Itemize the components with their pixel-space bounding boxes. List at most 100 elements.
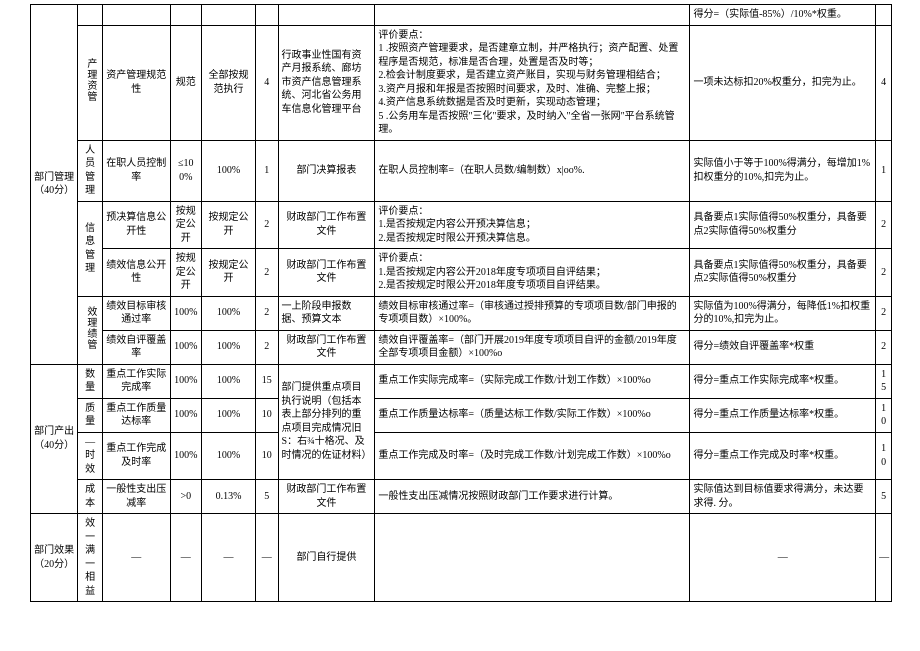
- row9-name: 重点工作完成及时率: [103, 432, 171, 480]
- row6-std: 100%: [170, 330, 202, 364]
- row2-name: 在职人员控制率: [103, 140, 171, 201]
- group-cost: 成本: [78, 480, 103, 514]
- group-info: 信息管理: [78, 201, 103, 296]
- row9-score: 10: [876, 432, 892, 480]
- row5-score: 2: [876, 296, 892, 330]
- row2-val: 100%: [202, 140, 256, 201]
- row8-std: 100%: [170, 398, 202, 432]
- row4-score: 2: [876, 249, 892, 297]
- row6-rule: 得分=绩效自评覆盖率*权重: [690, 330, 876, 364]
- row9-w: 10: [256, 432, 279, 480]
- row6-w: 2: [256, 330, 279, 364]
- group-quantity: 数量: [78, 364, 103, 398]
- row7-val: 100%: [202, 364, 256, 398]
- row5-name: 绩效目标审核通过率: [103, 296, 171, 330]
- row-quantity: 部门产出（40分） 数量 重点工作实际完成率 100% 100% 15 部门提供…: [31, 364, 892, 398]
- row3-rule: 具备要点1实际值得50%权重分，具备要点2实际值得50%权重分: [690, 201, 876, 249]
- row3-val: 按规定公开: [202, 201, 256, 249]
- row5-w: 2: [256, 296, 279, 330]
- row11-w: —: [256, 514, 279, 602]
- row11-score: —: [876, 514, 892, 602]
- row1-rule: 一项未达标扣20%权重分，扣完为止。: [690, 25, 876, 140]
- row6-val: 100%: [202, 330, 256, 364]
- row10-std: >0: [170, 480, 202, 514]
- row10-score: 5: [876, 480, 892, 514]
- row2-basis: 部门决算报表: [278, 140, 375, 201]
- row11-name: —: [103, 514, 171, 602]
- row6-desc: 绩效自评覆盖率=（部门开展2019年度专项项目自评的金额/2019年度全部专项项…: [375, 330, 690, 364]
- row1-w: 4: [256, 25, 279, 140]
- group-quality: 质量: [78, 398, 103, 432]
- row-personnel: 人员管理 在职人员控制率 ≤100% 100% 1 部门决算报表 在职人员控制率…: [31, 140, 892, 201]
- row4-name: 绩效信息公开性: [103, 249, 171, 297]
- row1-desc: 评价要点： 1 .按照资产管理要求，是否建章立制，并严格执行；资产配置、处置程序…: [375, 25, 690, 140]
- row10-desc: 一般性支出压减情况按照财政部门工作要求进行计算。: [375, 480, 690, 514]
- row-perf-goal: 效理绩管 绩效目标审核通过率 100% 100% 2 一上阶段申报数据、预算文本…: [31, 296, 892, 330]
- row8-score: 10: [876, 398, 892, 432]
- row1-name: 资产管理规范性: [103, 25, 171, 140]
- row1-score: 4: [876, 25, 892, 140]
- toprow: 部门管理（40分） 得分=（实际值-85%）/10%*权重。: [31, 5, 892, 26]
- row8-rule: 得分=重点工作质量达标率*权重。: [690, 398, 876, 432]
- row6-name: 绩效自评覆盖率: [103, 330, 171, 364]
- row5-val: 100%: [202, 296, 256, 330]
- row11-basis: 部门自行提供: [278, 514, 375, 602]
- row10-w: 5: [256, 480, 279, 514]
- row11-rule: —: [690, 514, 876, 602]
- row3-desc: 评价要点： 1.是否按规定内容公开预决算信息； 2.是否按规定时限公开预决算信息…: [375, 201, 690, 249]
- row10-rule: 实际值达到目标值要求得满分，未达要求得. 分。: [690, 480, 876, 514]
- row7-score: 15: [876, 364, 892, 398]
- row7-std: 100%: [170, 364, 202, 398]
- toprow-rule: 得分=（实际值-85%）/10%*权重。: [690, 5, 876, 26]
- row3-score: 2: [876, 201, 892, 249]
- row-perf-self: 绩效自评覆盖率 100% 100% 2 财政部门工作布置文件 绩效自评覆盖率=（…: [31, 330, 892, 364]
- row9-rule: 得分=重点工作完成及时率*权重。: [690, 432, 876, 480]
- row10-name: 一般性支出压减率: [103, 480, 171, 514]
- row11-val: —: [202, 514, 256, 602]
- row7-name: 重点工作实际完成率: [103, 364, 171, 398]
- evaluation-table: 部门管理（40分） 得分=（实际值-85%）/10%*权重。 产理资管 资产管理…: [30, 4, 892, 602]
- row8-desc: 重点工作质量达标率=（质量达标工作数/实际工作数）×100%o: [375, 398, 690, 432]
- row-asset-mgmt: 产理资管 资产管理规范性 规范 全部按规范执行 4 行政事业性国有资产月报系统、…: [31, 25, 892, 140]
- row8-name: 重点工作质量达标率: [103, 398, 171, 432]
- row7-desc: 重点工作实际完成率=（实际完成工作数/计划工作数）×100%o: [375, 364, 690, 398]
- row7-w: 15: [256, 364, 279, 398]
- row7-basis: 部门提供重点项目执行说明（包括本表上部分排列的重点项目完成情况旧S：右¾十格况、…: [278, 364, 375, 480]
- row1-val: 全部按规范执行: [202, 25, 256, 140]
- row4-val: 按规定公开: [202, 249, 256, 297]
- row4-rule: 具备要点1实际值得50%权重分，具备要点2实际值得50%权重分: [690, 249, 876, 297]
- group-timeliness: —时效: [78, 432, 103, 480]
- row2-desc: 在职人员控制率=（在职人员数/编制数）x|oo%.: [375, 140, 690, 201]
- row5-desc: 绩效目标审核通过率=（审核通过授排预算的专项项目数/部门申报的专项项目数）×10…: [375, 296, 690, 330]
- row2-rule: 实际值小于等于100%得满分，每增加1%扣权重分的10%,扣完为止。: [690, 140, 876, 201]
- section-effect-label: 部门效果（20分）: [31, 514, 78, 602]
- row9-val: 100%: [202, 432, 256, 480]
- row3-basis: 财政部门工作布置文件: [278, 201, 375, 249]
- row4-w: 2: [256, 249, 279, 297]
- row6-basis: 财政部门工作布置文件: [278, 330, 375, 364]
- row4-std: 按规定公开: [170, 249, 202, 297]
- row3-name: 预决算信息公开性: [103, 201, 171, 249]
- row7-rule: 得分=重点工作实际完成率*权重。: [690, 364, 876, 398]
- row3-w: 2: [256, 201, 279, 249]
- row9-desc: 重点工作完成及时率=（及时完成工作数/计划完成工作数）×100%o: [375, 432, 690, 480]
- row-timeliness: —时效 重点工作完成及时率 100% 100% 10 重点工作完成及时率=（及时…: [31, 432, 892, 480]
- row-effect: 部门效果（20分） 效一满一相益 — — — — 部门自行提供 — —: [31, 514, 892, 602]
- row9-std: 100%: [170, 432, 202, 480]
- row3-std: 按规定公开: [170, 201, 202, 249]
- row11-desc: [375, 514, 690, 602]
- row2-std: ≤100%: [170, 140, 202, 201]
- row8-val: 100%: [202, 398, 256, 432]
- row1-basis: 行政事业性国有资产月报系统、廊坊市资产信息管理系统、河北省公务用车信息化管理平台: [278, 25, 375, 140]
- row6-score: 2: [876, 330, 892, 364]
- row10-val: 0.13%: [202, 480, 256, 514]
- row11-std: —: [170, 514, 202, 602]
- row5-rule: 实际值为100%得满分，每降低1%扣权重分的10%,扣完为止。: [690, 296, 876, 330]
- row2-w: 1: [256, 140, 279, 201]
- section-output-label: 部门产出（40分）: [31, 364, 78, 514]
- row10-basis: 财政部门工作布置文件: [278, 480, 375, 514]
- row1-std: 规范: [170, 25, 202, 140]
- row-cost: 成本 一般性支出压减率 >0 0.13% 5 财政部门工作布置文件 一般性支出压…: [31, 480, 892, 514]
- row-info-budget: 信息管理 预决算信息公开性 按规定公开 按规定公开 2 财政部门工作布置文件 评…: [31, 201, 892, 249]
- group-perf: 效理绩管: [83, 306, 97, 350]
